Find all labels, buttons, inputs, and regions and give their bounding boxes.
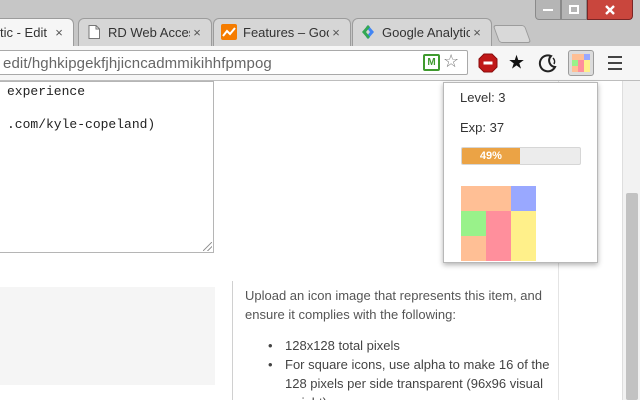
tab-label: tic - Edit	[0, 24, 47, 40]
close-window-button[interactable]	[587, 0, 633, 20]
textarea-line: .com/kyle-copeland)	[7, 117, 156, 132]
pixel-art-image	[461, 186, 536, 261]
scrollbar-thumb[interactable]	[626, 193, 638, 400]
mcafee-extension-icon[interactable]: M	[423, 54, 440, 71]
icon-help-text: Upload an icon image that represents thi…	[245, 288, 543, 322]
minimize-button[interactable]	[535, 0, 561, 20]
browser-toolbar: edit/hghkipgekfjhjicncadmmikihhfpmpog M …	[0, 46, 640, 81]
tab-label: Google Analytic	[382, 24, 470, 40]
resize-grip-icon[interactable]	[203, 242, 212, 251]
url-text: edit/hghkipgekfjhjicncadmmikihhfpmpog	[3, 55, 272, 72]
close-tab-icon[interactable]: ×	[470, 25, 484, 40]
tab-label: Features – Goog	[243, 24, 329, 40]
pixel-block	[511, 211, 536, 261]
tab-features-google[interactable]: Features – Goog ×	[213, 18, 351, 46]
tab-google-analytics[interactable]: Google Analytic ×	[352, 18, 492, 46]
list-item: For square icons, use alpha to make 16 o…	[268, 355, 558, 400]
progress-fill: 49%	[462, 148, 520, 164]
exp-progress-bar: 49%	[461, 147, 581, 165]
title-bar: tic - Edit × RD Web Access × Features – …	[0, 0, 640, 46]
pixel-extension-button[interactable]	[568, 50, 594, 76]
close-tab-icon[interactable]: ×	[190, 25, 204, 40]
tab-edit-item[interactable]: tic - Edit ×	[0, 18, 74, 46]
close-icon	[605, 4, 615, 15]
chart-icon	[221, 24, 237, 40]
hamburger-menu-icon[interactable]	[608, 56, 622, 70]
adblock-stop-icon[interactable]	[478, 53, 498, 73]
list-item: 128x128 total pixels	[268, 336, 558, 355]
pixel-block	[461, 211, 486, 236]
document-icon	[86, 24, 102, 40]
pixel-block	[461, 186, 511, 211]
star-extension-icon[interactable]: ★	[508, 52, 525, 75]
tab-label: RD Web Access	[108, 24, 190, 40]
google-analytics-icon	[360, 24, 376, 40]
maximize-icon	[569, 5, 579, 14]
textarea-line: experience	[7, 84, 86, 99]
icon-requirements-list: 128x128 total pixels For square icons, u…	[268, 336, 558, 400]
new-tab-button[interactable]	[492, 25, 532, 43]
level-label: Level: 3	[460, 90, 506, 105]
pixel-block	[486, 211, 511, 261]
address-bar[interactable]: edit/hghkipgekfjhjicncadmmikihhfpmpog M …	[0, 50, 468, 75]
minimize-icon	[543, 8, 553, 11]
close-tab-icon[interactable]: ×	[52, 25, 66, 40]
pixel-block	[511, 186, 536, 211]
icon-upload-panel	[0, 287, 215, 385]
section-divider	[232, 281, 233, 400]
vertical-scrollbar[interactable]	[622, 81, 640, 400]
detailed-description-textarea[interactable]: experience .com/kyle-copeland)	[0, 81, 214, 253]
bookmark-star-icon[interactable]: ☆	[443, 51, 459, 72]
close-tab-icon[interactable]: ×	[329, 25, 343, 40]
maximize-button[interactable]	[561, 0, 587, 20]
extension-popup: Level: 3 Exp: 37 49%	[443, 82, 598, 263]
pixel-block	[461, 236, 486, 261]
moon-extension-icon[interactable]	[538, 53, 558, 73]
exp-label: Exp: 37	[460, 120, 505, 135]
pixel-art-icon	[572, 54, 590, 72]
tab-rd-web-access[interactable]: RD Web Access ×	[78, 18, 212, 46]
